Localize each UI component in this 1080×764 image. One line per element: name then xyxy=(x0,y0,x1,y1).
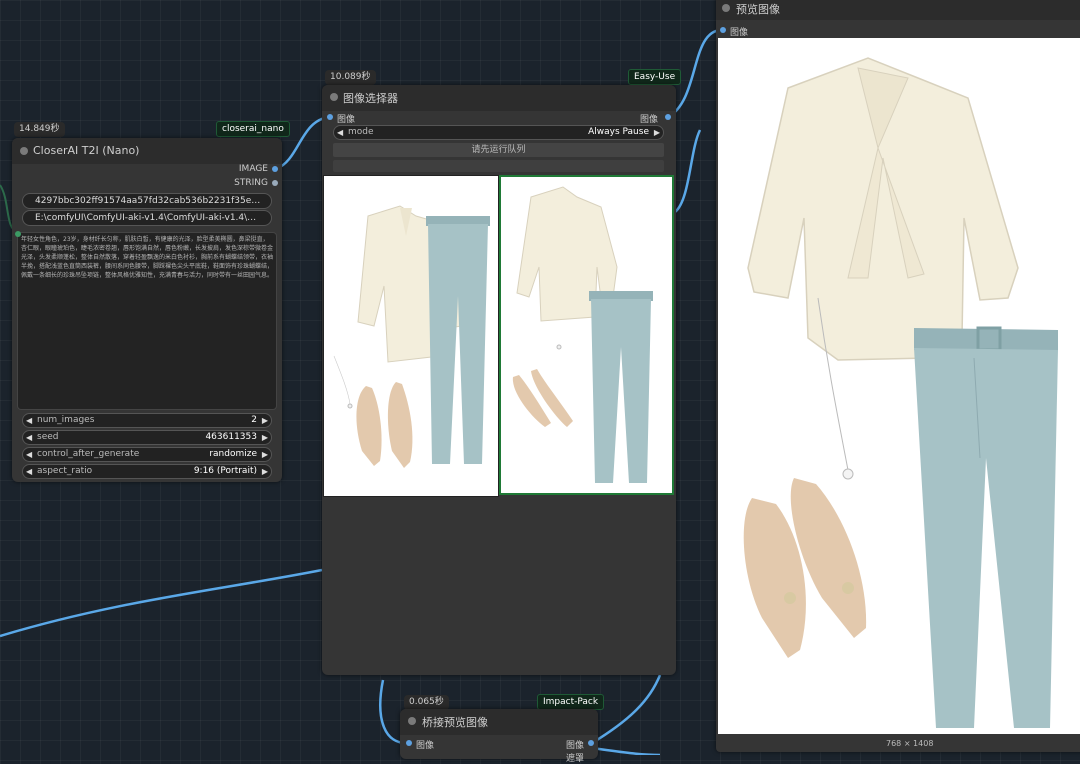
output-port-image[interactable] xyxy=(588,740,594,746)
widget-label: aspect_ratio xyxy=(37,466,93,476)
closerai-node[interactable]: CloserAI T2I (Nano) IMAGE STRING 4297bbc… xyxy=(12,138,282,482)
link-bottom-left xyxy=(0,568,323,638)
widget-label: seed xyxy=(37,432,59,442)
input-label-image: 图像 xyxy=(730,28,749,38)
increment-arrow-icon[interactable]: ▶ xyxy=(262,414,268,427)
preview-image[interactable] xyxy=(718,38,1080,734)
increment-arrow-icon[interactable]: ▶ xyxy=(262,448,268,461)
output-port-image[interactable] xyxy=(665,114,671,120)
output-port-image[interactable] xyxy=(272,166,278,172)
input-port-image[interactable] xyxy=(406,740,412,746)
widget-value: 9:16 (Portrait) xyxy=(193,466,257,476)
output-label-image: 图像 xyxy=(639,115,658,125)
closerai-timing: 14.849秒 xyxy=(14,122,65,137)
node-title: 图像选择器 xyxy=(343,92,398,105)
image-selector-node[interactable]: 图像选择器 图像 图像 ◀ mode Always Pause ▶ 请先运行队列 xyxy=(322,85,676,675)
increment-arrow-icon[interactable]: ▶ xyxy=(654,126,660,139)
preview-node-header[interactable]: 预览图像 xyxy=(716,0,1080,20)
seed-widget[interactable]: ◀ seed 463611353 ▶ xyxy=(22,430,272,445)
collapse-dot-icon[interactable] xyxy=(330,93,338,101)
api-key-field[interactable]: 4297bbc302ff91574aa57fd32cab536b2231f35e… xyxy=(22,193,272,209)
output-port-string[interactable] xyxy=(272,180,278,186)
outfit-image-large xyxy=(743,57,1058,728)
widget-value: Always Pause xyxy=(588,127,649,137)
input-port-image[interactable] xyxy=(327,114,333,120)
selector-badge: Easy-Use xyxy=(628,69,682,85)
widget-value: 463611353 xyxy=(205,432,257,442)
path-field[interactable]: E:\comfyUI\ComfyUI-aki-v1.4\ComfyUI-aki-… xyxy=(22,210,272,226)
output-label-string: STRING xyxy=(234,178,268,188)
bridge-preview-node[interactable]: 桥接预览图像 图像 图像 遮罩 xyxy=(400,709,598,764)
decrement-arrow-icon[interactable]: ◀ xyxy=(337,126,343,139)
bridge-timing: 0.065秒 xyxy=(404,695,449,710)
input-label-image: 图像 xyxy=(416,741,435,751)
widget-value: 2 xyxy=(251,415,257,425)
thumbnail-2[interactable] xyxy=(499,175,674,495)
decrement-arrow-icon[interactable]: ◀ xyxy=(26,414,32,427)
link-selector-to-right xyxy=(674,129,702,213)
output-label-image: 图像 xyxy=(565,741,584,751)
selector-node-header[interactable]: 图像选择器 xyxy=(322,85,676,111)
node-title: CloserAI T2I (Nano) xyxy=(33,144,140,157)
node-title: 桥接预览图像 xyxy=(422,716,488,729)
closerai-node-header[interactable]: CloserAI T2I (Nano) xyxy=(12,138,282,164)
node-title: 预览图像 xyxy=(736,3,780,16)
control-after-generate-widget[interactable]: ◀ control_after_generate randomize ▶ xyxy=(22,447,272,462)
image-size-label: 768 × 1408 xyxy=(886,739,934,748)
decrement-arrow-icon[interactable]: ◀ xyxy=(26,465,32,478)
collapse-dot-icon[interactable] xyxy=(408,717,416,725)
increment-arrow-icon[interactable]: ▶ xyxy=(262,465,268,478)
path-text: E:\comfyUI\ComfyUI-aki-v1.4\ComfyUI-aki-… xyxy=(35,213,261,223)
selector-timing: 10.089秒 xyxy=(325,70,376,85)
api-key-text: 4297bbc302ff91574aa57fd32cab536b2231f35e… xyxy=(35,196,261,206)
outfit-image-2 xyxy=(512,186,653,483)
empty-bar xyxy=(333,160,664,172)
widget-label: mode xyxy=(348,127,374,137)
input-port-image[interactable] xyxy=(720,27,726,33)
bridge-node-header[interactable]: 桥接预览图像 xyxy=(400,709,598,735)
widget-label: num_images xyxy=(37,415,95,425)
run-queue-button[interactable]: 请先运行队列 xyxy=(333,143,664,157)
widget-value: randomize xyxy=(209,449,257,459)
decrement-arrow-icon[interactable]: ◀ xyxy=(26,448,32,461)
aspect-ratio-widget[interactable]: ◀ aspect_ratio 9:16 (Portrait) ▶ xyxy=(22,464,272,479)
closerai-badge: closerai_nano xyxy=(216,121,290,137)
collapse-dot-icon[interactable] xyxy=(20,147,28,155)
output-label-image: IMAGE xyxy=(238,164,268,174)
increment-arrow-icon[interactable]: ▶ xyxy=(262,431,268,444)
widget-label: control_after_generate xyxy=(37,449,140,459)
num-images-widget[interactable]: ◀ num_images 2 ▶ xyxy=(22,413,272,428)
decrement-arrow-icon[interactable]: ◀ xyxy=(26,431,32,444)
input-port-prompt[interactable] xyxy=(15,231,21,237)
input-label-image: 图像 xyxy=(337,115,356,125)
preview-image-node[interactable]: 预览图像 图像 768 × 1408 xyxy=(716,0,1080,752)
prompt-textarea[interactable]: 年轻女性角色，23岁，身材纤长匀称，肌肤白皙，有健康的光泽，脸型柔美椭圆，鼻梁挺… xyxy=(17,232,277,410)
mode-widget[interactable]: ◀ mode Always Pause ▶ xyxy=(333,125,664,140)
bridge-badge: Impact-Pack xyxy=(537,694,605,710)
outfit-image-1 xyxy=(333,205,490,468)
link-bridge-right-2 xyxy=(591,746,661,755)
output-label-mask: 遮罩 xyxy=(565,754,584,764)
collapse-dot-icon[interactable] xyxy=(722,4,730,12)
thumbnail-1[interactable] xyxy=(323,175,499,497)
